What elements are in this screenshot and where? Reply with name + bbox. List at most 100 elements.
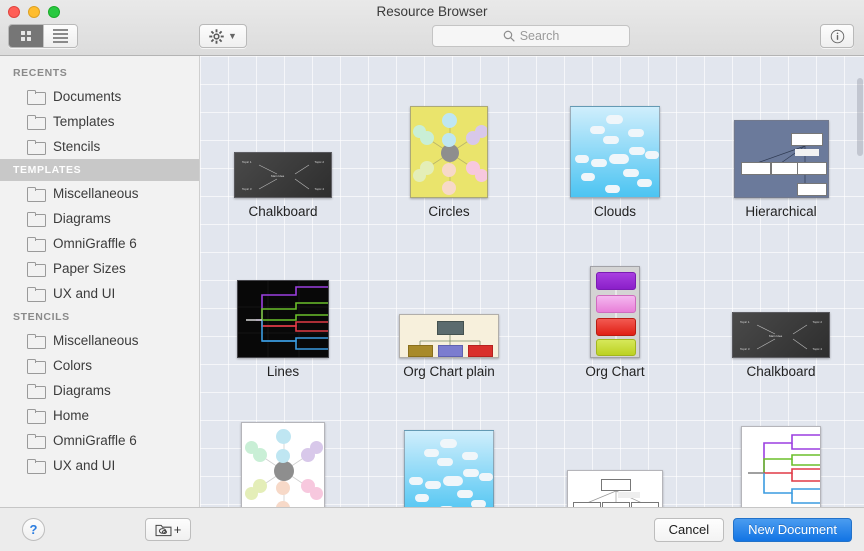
- sidebar-item-label: Templates: [53, 114, 115, 129]
- template-item-circles-2[interactable]: Circles: [200, 382, 366, 507]
- help-button[interactable]: ?: [22, 518, 45, 541]
- sidebar: RECENTS Documents Templates Stencils TEM…: [0, 56, 200, 507]
- template-label: Chalkboard: [248, 204, 318, 220]
- cancel-button[interactable]: Cancel: [653, 517, 725, 542]
- template-item-hierarchical-2[interactable]: Hierarchical: [532, 382, 698, 507]
- thumbnail: Topic 1 Topic 2 Main Idea Topic 3 Topic …: [732, 240, 830, 359]
- sidebar-item-templates-paper-sizes[interactable]: Paper Sizes: [0, 256, 199, 281]
- chevron-down-icon: ▼: [228, 30, 237, 41]
- thumbnail: [404, 400, 494, 507]
- folder-icon: [27, 262, 46, 277]
- info-button[interactable]: [820, 24, 854, 48]
- template-item-circles-1[interactable]: Circles: [366, 62, 532, 222]
- info-circle-icon: [830, 29, 844, 43]
- sidebar-item-templates-recent[interactable]: Templates: [0, 109, 199, 134]
- template-label: Lines: [266, 364, 300, 380]
- search-placeholder: Search: [519, 29, 560, 43]
- template-label: Org Chart: [585, 364, 645, 380]
- sidebar-header-stencils: STENCILS: [13, 311, 70, 323]
- sidebar-item-stencils-recent[interactable]: Stencils: [0, 134, 199, 159]
- add-stencil-button[interactable]: +: [145, 518, 191, 541]
- sidebar-item-label: Diagrams: [53, 211, 111, 226]
- sidebar-item-label: Documents: [53, 89, 122, 104]
- template-item-lines-1[interactable]: Lines: [200, 222, 366, 382]
- list-view-icon: [53, 29, 68, 43]
- dialog-actions: Cancel New Document: [653, 517, 852, 542]
- connector-lines: [748, 434, 820, 504]
- thumbnail: [237, 240, 329, 359]
- thumbnail: [570, 80, 660, 199]
- thumbnail: [241, 400, 325, 507]
- search-field[interactable]: Search: [432, 25, 630, 47]
- bottom-toolbar: ? + Cancel New Document: [0, 507, 864, 551]
- template-label: Chalkboard: [746, 364, 816, 380]
- sidebar-item-label: Home: [53, 408, 90, 423]
- connector-lines: [756, 324, 808, 350]
- folder-icon: [27, 140, 46, 155]
- template-item-org-chart-color[interactable]: Org Chart: [532, 222, 698, 382]
- template-item-org-chart-plain[interactable]: Org Chart plain: [366, 222, 532, 382]
- list-view-button[interactable]: [43, 25, 77, 47]
- window-title: Resource Browser: [376, 4, 488, 19]
- folder-icon: [27, 334, 46, 349]
- folder-icon: [27, 237, 46, 252]
- folder-icon: [27, 384, 46, 399]
- template-item-chalkboard-2[interactable]: Topic 1 Topic 2 Main Idea Topic 3 Topic …: [698, 222, 864, 382]
- sidebar-item-stencils-diagrams[interactable]: Diagrams: [0, 378, 199, 403]
- sidebar-item-stencils-ux-and-ui[interactable]: UX and UI: [0, 453, 199, 478]
- sidebar-item-label: UX and UI: [53, 458, 116, 473]
- connector-lines: [238, 281, 328, 358]
- plus-icon: +: [173, 522, 182, 537]
- folder-icon: [27, 115, 46, 130]
- folder-icon: [27, 434, 46, 449]
- template-grid[interactable]: Topic 1 Topic 2 Main Idea Topic 3 Topic …: [200, 56, 864, 507]
- sidebar-item-label: Paper Sizes: [53, 261, 126, 276]
- sidebar-item-stencils-colors[interactable]: Colors: [0, 353, 199, 378]
- sidebar-header-recents: RECENTS: [13, 67, 68, 79]
- folder-icon: [27, 459, 46, 474]
- template-label: Org Chart plain: [403, 364, 495, 380]
- sidebar-item-templates-ux-and-ui[interactable]: UX and UI: [0, 281, 199, 306]
- sidebar-item-stencils-home[interactable]: Home: [0, 403, 199, 428]
- template-item-hierarchical-1[interactable]: Hierarchical: [698, 62, 864, 222]
- sidebar-item-label: Miscellaneous: [53, 186, 139, 201]
- folder-icon: [27, 90, 46, 105]
- folder-icon: [27, 409, 46, 424]
- connector-lines: [615, 290, 617, 340]
- grid-view-icon: [21, 31, 31, 41]
- thumbnail: [741, 400, 821, 507]
- new-document-button[interactable]: New Document: [733, 517, 852, 542]
- grid-view-button[interactable]: [9, 25, 43, 47]
- template-item-clouds-1[interactable]: Clouds: [532, 62, 698, 222]
- sidebar-item-documents[interactable]: Documents: [0, 84, 199, 109]
- sidebar-item-templates-omnigraffle6[interactable]: OmniGraffle 6: [0, 231, 199, 256]
- template-item-lines-2[interactable]: Lines: [698, 382, 864, 507]
- folder-icon: [27, 287, 46, 302]
- template-row: Circles: [200, 382, 864, 507]
- vertical-scrollbar[interactable]: [857, 78, 863, 156]
- template-label: Clouds: [593, 204, 637, 220]
- thumbnail: [733, 80, 829, 199]
- add-stencil-folder-icon: [155, 524, 172, 536]
- thumbnail: Topic 1 Topic 2 Main Idea Topic 3 Topic …: [234, 80, 332, 199]
- sidebar-item-templates-miscellaneous[interactable]: Miscellaneous: [0, 181, 199, 206]
- template-row: Lines Org Chart plain Org Chart Topic 1 …: [200, 222, 864, 382]
- sidebar-item-templates-diagrams[interactable]: Diagrams: [0, 206, 199, 231]
- action-menu-button[interactable]: ▼: [199, 24, 247, 48]
- resource-browser-window: Resource Browser ▼ Search RECENTS Docume…: [0, 0, 864, 551]
- thumbnail: [590, 240, 640, 359]
- connector-lines: [258, 164, 310, 190]
- template-item-chalkboard-1[interactable]: Topic 1 Topic 2 Main Idea Topic 3 Topic …: [200, 62, 366, 222]
- thumbnail: [410, 80, 488, 199]
- template-row: Topic 1 Topic 2 Main Idea Topic 3 Topic …: [200, 62, 864, 222]
- folder-icon: [27, 359, 46, 374]
- sidebar-item-label: Colors: [53, 358, 93, 373]
- template-item-clouds-2[interactable]: Clouds: [366, 382, 532, 507]
- sidebar-item-label: OmniGraffle 6: [53, 433, 137, 448]
- sidebar-item-label: UX and UI: [53, 286, 116, 301]
- view-mode-segmented-control[interactable]: [8, 24, 78, 48]
- search-icon: [503, 30, 515, 42]
- sidebar-item-label: Stencils: [53, 139, 101, 154]
- sidebar-item-stencils-miscellaneous[interactable]: Miscellaneous: [0, 328, 199, 353]
- sidebar-item-stencils-omnigraffle6[interactable]: OmniGraffle 6: [0, 428, 199, 453]
